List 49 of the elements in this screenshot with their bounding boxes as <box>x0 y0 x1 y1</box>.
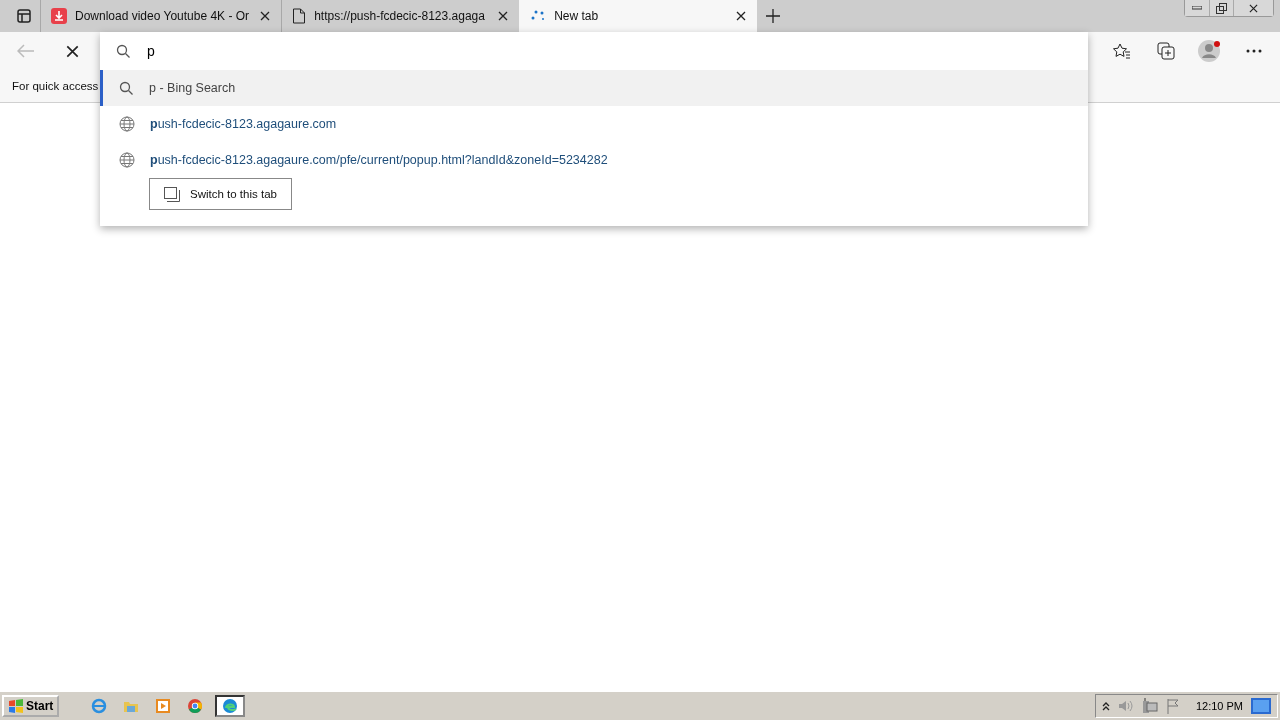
browser-tab[interactable]: New tab <box>519 0 758 32</box>
windows-logo-icon <box>8 699 24 713</box>
tabs-icon <box>164 186 180 202</box>
close-icon <box>1249 3 1258 13</box>
search-icon <box>116 43 131 59</box>
close-icon <box>260 11 271 21</box>
collections-icon <box>1157 42 1175 60</box>
close-window-button[interactable] <box>1233 0 1273 16</box>
avatar-icon <box>1197 38 1223 64</box>
suggestion-item[interactable]: push-fcdecic-8123.agagaure.com <box>100 106 1088 142</box>
media-player-icon <box>155 698 172 714</box>
restore-icon <box>1216 2 1227 14</box>
suggestion-text: push-fcdecic-8123.agagaure.com/pfe/current/popup.html?landId&zoneId=5234282 <box>150 153 608 167</box>
chevron-up-icon <box>1101 701 1110 711</box>
stop-icon <box>65 44 79 58</box>
taskbar-app-button[interactable] <box>215 695 246 717</box>
globe-icon <box>119 152 135 168</box>
tab-title: New tab <box>554 9 600 23</box>
close-icon <box>736 11 747 21</box>
show-desktop-icon <box>1251 698 1271 714</box>
more-icon <box>1246 49 1262 53</box>
suggestion-text: p - Bing Search <box>149 81 236 95</box>
chrome-icon <box>187 698 204 714</box>
tab-title: https://push-fcdecic-8123.agaga <box>314 9 486 23</box>
tab-title: Download video Youtube 4K - Or <box>75 9 250 23</box>
page-icon <box>292 8 307 24</box>
start-button[interactable]: Start <box>2 695 60 717</box>
tab-actions-icon <box>17 9 31 23</box>
suggestion-item[interactable]: push-fcdecic-8123.agagaure.com/pfe/current/popup.html?landId&zoneId=5234282 <box>100 142 1088 178</box>
close-icon <box>498 11 509 21</box>
ie-icon <box>91 698 108 714</box>
network-icon <box>1141 698 1158 714</box>
speaker-icon <box>1117 699 1134 713</box>
flag-icon <box>1165 698 1180 714</box>
star-list-icon <box>1113 43 1131 59</box>
clock-text: 12:10 PM <box>1195 700 1243 712</box>
favorites-bar-text: For quick access <box>12 80 99 92</box>
switch-tab-button[interactable]: Switch to this tab <box>149 178 292 210</box>
globe-icon <box>119 116 135 132</box>
address-field[interactable]: p <box>145 42 1088 60</box>
restore-button[interactable] <box>1209 0 1233 16</box>
download-icon <box>51 8 67 24</box>
back-arrow-icon <box>17 44 35 58</box>
minimize-icon <box>1192 6 1202 10</box>
suggestion-item[interactable]: p - Bing Search <box>100 70 1088 106</box>
search-icon <box>119 80 134 96</box>
plus-icon <box>766 9 781 23</box>
edge-icon <box>222 698 239 714</box>
suggestion-text: push-fcdecic-8123.agagaure.com <box>150 117 337 131</box>
